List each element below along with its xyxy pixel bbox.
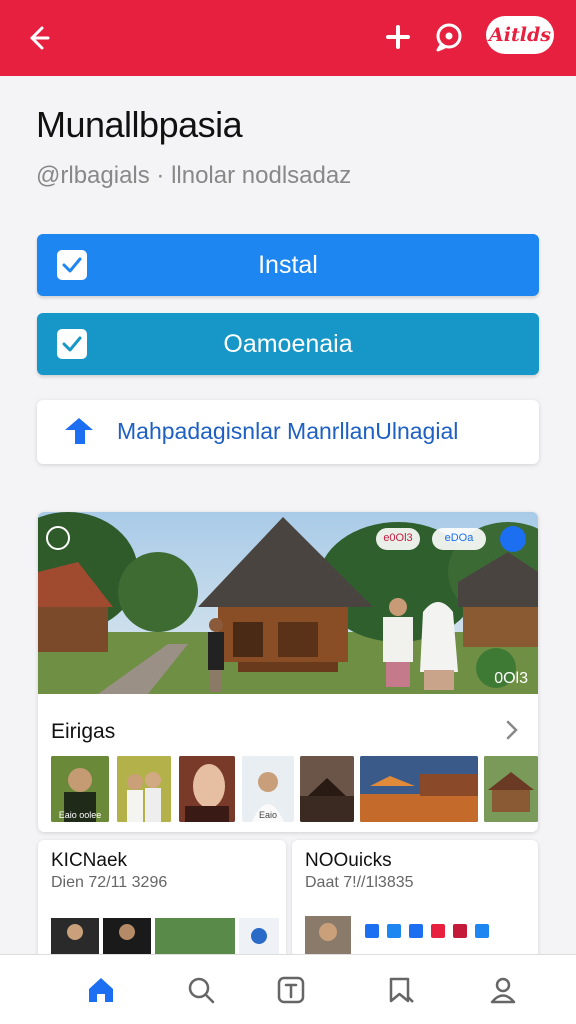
page-subtitle: @rlbagials · llnolar nodlsadaz <box>36 162 352 189</box>
text-icon[interactable] <box>276 975 306 1005</box>
hero-badge-1[interactable]: e0Ol3 <box>376 528 420 550</box>
card-date: Dien 72/11 3296 <box>51 874 168 891</box>
link-card[interactable]: Mahpadagisnlar ManrllanUlnagial <box>37 400 539 464</box>
hero-badge-2[interactable]: eDOa <box>432 528 486 550</box>
search-icon[interactable] <box>186 975 216 1005</box>
page-title: Munallbpasia <box>36 104 243 145</box>
home-icon[interactable] <box>86 975 116 1005</box>
plus-icon[interactable] <box>382 21 414 53</box>
checkbox-icon[interactable] <box>57 250 87 280</box>
media-card: e0Ol3 eDOa 0Ol3 Eirigas Eaio oolee Eaio <box>38 512 538 832</box>
thumbnail-caption: Eaio oolee <box>58 810 102 820</box>
install-button[interactable]: Instal <box>37 234 539 296</box>
chevron-right-icon[interactable] <box>504 718 520 747</box>
secondary-action-label: Oamoenaia <box>223 330 353 358</box>
bookmark-icon[interactable] <box>386 975 416 1005</box>
link-card-label: Mahpadagisnlar ManrllanUlnagial <box>117 418 459 444</box>
thumbnail[interactable] <box>484 756 538 822</box>
section-title: Eirigas <box>51 720 116 743</box>
card-date: Daat 7!//1l3835 <box>305 874 414 891</box>
hero-logo-icon <box>46 526 70 550</box>
back-arrow-icon[interactable] <box>22 22 54 54</box>
hero-share-icon[interactable] <box>500 526 526 552</box>
account-badge-button[interactable]: Aitlds <box>486 16 554 54</box>
card-title: KICNaek <box>51 850 128 871</box>
hero-image[interactable]: e0Ol3 eDOa 0Ol3 <box>38 512 538 694</box>
thumbnail[interactable] <box>300 756 354 822</box>
thumbnail[interactable] <box>117 756 171 822</box>
bottom-tab-bar <box>0 954 576 1024</box>
thumbnail[interactable] <box>179 756 235 822</box>
arrow-up-icon <box>63 416 97 451</box>
top-app-bar: Aitlds <box>0 0 576 76</box>
thumbnail[interactable]: Eaio oolee <box>51 756 109 822</box>
chat-bubble-icon[interactable] <box>432 20 466 54</box>
checkbox-icon[interactable] <box>57 329 87 359</box>
content-card[interactable]: NOOuicks Daat 7!//1l3835 <box>292 840 538 960</box>
card-title: NOOuicks <box>305 850 392 871</box>
thumbnail[interactable]: Eaio <box>242 756 294 822</box>
secondary-action-button[interactable]: Oamoenaia <box>37 313 539 375</box>
thumbnail-caption: Eaio <box>258 810 277 820</box>
profile-icon[interactable] <box>488 975 518 1005</box>
thumbnail[interactable] <box>360 756 478 822</box>
video-duration: 0Ol3 <box>494 670 528 687</box>
content-card[interactable]: KICNaek Dien 72/11 3296 <box>38 840 286 960</box>
install-button-label: Instal <box>258 251 318 279</box>
